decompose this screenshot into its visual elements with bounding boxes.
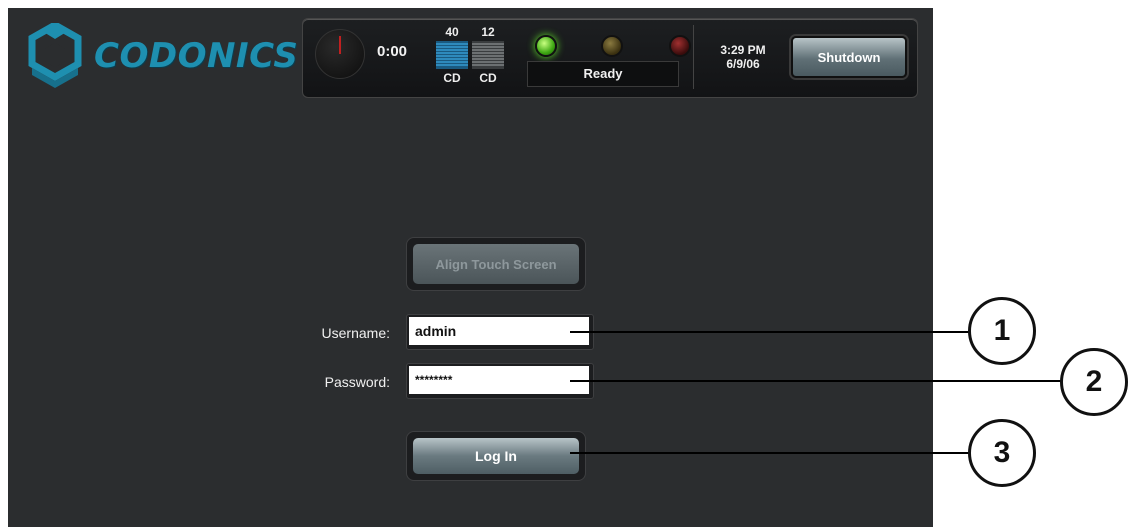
login-button[interactable]: Log In xyxy=(406,431,586,481)
device-screen: CODONICS 0:00 40 CD 12 CD Ready 3:29 PM … xyxy=(8,8,933,527)
bin-2-fill-icon xyxy=(472,41,504,69)
callout-3: 3 xyxy=(968,419,1036,487)
password-label: Password: xyxy=(324,374,390,390)
datetime-display: 3:29 PM 6/9/06 xyxy=(701,43,785,71)
align-touch-screen-label: Align Touch Screen xyxy=(413,244,579,284)
timer-readout: 0:00 xyxy=(377,43,408,60)
callout-3-line xyxy=(570,452,970,454)
callout-2: 2 xyxy=(1060,348,1128,416)
brand-name: CODONICS xyxy=(94,36,299,76)
align-touch-screen-button[interactable]: Align Touch Screen xyxy=(406,237,586,291)
password-input[interactable] xyxy=(409,366,589,394)
codonics-logo: CODONICS xyxy=(28,23,298,89)
status-bar: 0:00 40 CD 12 CD Ready 3:29 PM 6/9/06 Sh… xyxy=(302,18,918,98)
callout-1: 1 xyxy=(968,297,1036,365)
bin-2-count: 12 xyxy=(481,25,495,39)
codonics-logo-icon xyxy=(28,23,82,88)
shutdown-button[interactable]: Shutdown xyxy=(791,36,907,78)
login-button-label: Log In xyxy=(413,438,579,474)
status-divider xyxy=(693,25,694,89)
username-label: Username: xyxy=(321,325,390,341)
username-input[interactable] xyxy=(409,317,589,345)
bin-1-count: 40 xyxy=(445,25,459,39)
yellow-light-icon xyxy=(601,35,623,57)
bin-2-label: CD xyxy=(479,71,497,85)
password-field-frame xyxy=(406,363,594,399)
callout-1-line xyxy=(570,331,970,333)
bin-2: 12 CD xyxy=(471,25,505,85)
clock-date: 6/9/06 xyxy=(726,57,760,71)
username-field-frame xyxy=(406,314,594,350)
clock-time: 3:29 PM xyxy=(720,43,766,57)
bin-1-label: CD xyxy=(443,71,461,85)
status-text: Ready xyxy=(527,61,679,87)
green-light-icon xyxy=(535,35,557,57)
job-dial-icon xyxy=(315,29,365,79)
bin-1-fill-icon xyxy=(436,41,468,69)
red-light-icon xyxy=(669,35,691,57)
bin-1: 40 CD xyxy=(435,25,469,85)
callout-2-line xyxy=(570,380,1062,382)
